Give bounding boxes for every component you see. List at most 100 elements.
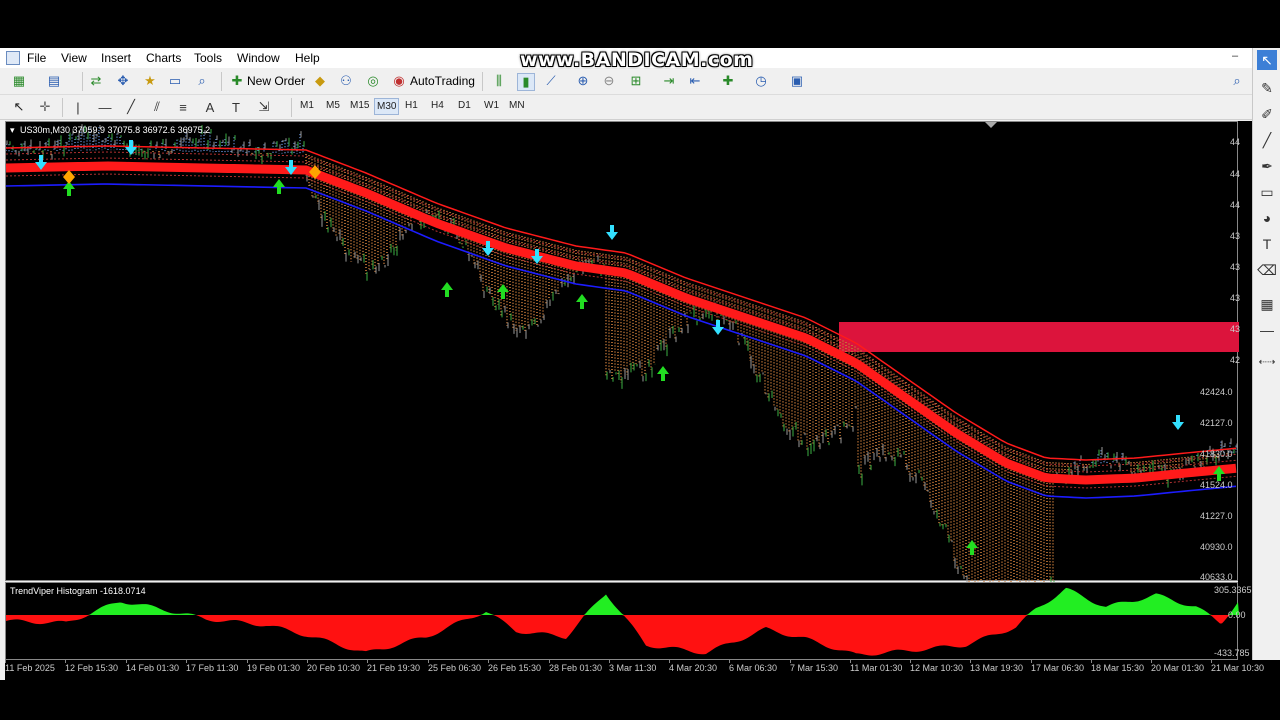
rectangle-tool-icon[interactable]: ▭ xyxy=(1257,182,1277,202)
divider-line-icon[interactable]: — xyxy=(1257,320,1277,340)
market-watch-icon[interactable]: ⇄ xyxy=(88,73,104,89)
timeframe-d1[interactable]: D1 xyxy=(458,100,471,111)
timeframe-m5[interactable]: M5 xyxy=(326,100,340,111)
indicators-icon[interactable]: ✚ xyxy=(720,73,736,89)
marker-icon[interactable]: ✒ xyxy=(1257,156,1277,176)
price-axis-strip xyxy=(1238,121,1252,660)
signal-diamond-icon xyxy=(63,170,75,184)
zoom-in-icon[interactable]: ⊕ xyxy=(575,73,591,89)
expand-arrows-icon[interactable]: ⇠⇢ xyxy=(1257,352,1277,372)
new-chart-icon[interactable]: ▦ xyxy=(11,73,27,89)
price-label: 41227.0 xyxy=(1200,511,1233,521)
sell-arrow-icon xyxy=(1172,415,1184,430)
palette-icon[interactable]: ◕ xyxy=(1257,208,1277,228)
crosshair-icon[interactable]: ✛ xyxy=(37,99,53,115)
line-tool-icon[interactable]: ╱ xyxy=(1257,130,1277,150)
menu-charts[interactable]: Charts xyxy=(146,51,181,65)
time-axis-tick xyxy=(1151,660,1152,663)
new-order-button[interactable]: New Order xyxy=(247,74,305,88)
candlestick-chart-icon[interactable]: ▮ xyxy=(517,73,535,91)
timeframe-h1[interactable]: H1 xyxy=(405,100,418,111)
brush-icon[interactable]: ✐ xyxy=(1257,104,1277,124)
vertical-line-icon[interactable]: | xyxy=(70,99,86,115)
price-label: 44 xyxy=(1230,169,1241,179)
time-axis-tick xyxy=(549,660,550,663)
autotrading-icon[interactable]: ◉ xyxy=(391,73,407,89)
periods-icon[interactable]: ◷ xyxy=(753,73,769,89)
trendline-icon[interactable]: ╱ xyxy=(123,99,139,115)
time-axis-tick xyxy=(126,660,127,663)
text-label-icon[interactable]: T xyxy=(228,99,244,115)
time-axis-tick xyxy=(367,660,368,663)
trendviper-histogram-panel[interactable]: TrendViper Histogram -1618.0714 305.3365… xyxy=(5,582,1252,660)
time-axis-label: 7 Mar 15:30 xyxy=(790,663,839,673)
fibonacci-icon[interactable]: ≡ xyxy=(175,99,191,115)
timeframe-m15[interactable]: M15 xyxy=(350,100,369,111)
buy-arrow-icon xyxy=(273,179,285,194)
time-axis-tick xyxy=(729,660,730,663)
band-dotted-line xyxy=(6,151,1237,467)
timeframe-h4[interactable]: H4 xyxy=(431,100,444,111)
data-window-icon[interactable]: ★ xyxy=(142,73,158,89)
eraser-icon[interactable]: ⌫ xyxy=(1257,260,1277,280)
minimize-icon[interactable]: – xyxy=(1232,50,1238,62)
indicator-tick-zero: 0.00 xyxy=(1228,610,1246,620)
timeframe-m30[interactable]: M30 xyxy=(374,98,400,115)
timeframe-mn[interactable]: MN xyxy=(509,100,525,111)
line-chart-icon[interactable]: ⟋ xyxy=(543,73,559,89)
menu-file[interactable]: File xyxy=(27,51,46,65)
time-axis-label: 11 Feb 2025 xyxy=(5,663,55,673)
menu-help[interactable]: Help xyxy=(295,51,320,65)
horizontal-line-icon[interactable]: — xyxy=(97,99,113,115)
timeframe-w1[interactable]: W1 xyxy=(484,100,499,111)
auto-scroll-icon[interactable]: ⇥ xyxy=(661,73,677,89)
shapes-icon[interactable]: ⇲ xyxy=(256,99,272,115)
time-axis-label: 13 Mar 19:30 xyxy=(970,663,1024,673)
time-axis-label: 14 Feb 01:30 xyxy=(126,663,180,673)
collapse-triangle-icon[interactable]: ▾ xyxy=(10,125,15,136)
templates-icon[interactable]: ▣ xyxy=(789,73,805,89)
time-axis-label: 11 Mar 01:30 xyxy=(850,663,903,673)
meta-editor-icon[interactable]: ◆ xyxy=(312,73,328,89)
candles-layer xyxy=(6,124,1238,582)
menu-view[interactable]: View xyxy=(61,51,87,65)
time-axis-tick xyxy=(669,660,670,663)
channel-icon[interactable]: ⫽ xyxy=(149,99,165,115)
market-icon[interactable]: ◎ xyxy=(365,73,381,89)
timeframe-m1[interactable]: M1 xyxy=(300,100,314,111)
price-label: 43 xyxy=(1230,231,1241,241)
navigator-icon[interactable]: ✥ xyxy=(115,73,131,89)
supply-zone xyxy=(839,322,1239,352)
strategy-tester-icon[interactable]: ⌕ xyxy=(194,73,210,89)
zoom-out-icon[interactable]: ⊖ xyxy=(601,73,617,89)
upper-band-line xyxy=(6,145,1237,461)
price-label: 42127.0 xyxy=(1200,418,1233,428)
autotrading-button[interactable]: AutoTrading xyxy=(410,74,475,88)
terminal-icon[interactable]: ▭ xyxy=(167,73,183,89)
cursor-icon[interactable]: ↖ xyxy=(11,99,27,115)
time-axis-tick xyxy=(65,660,66,663)
time-axis-tick xyxy=(307,660,308,663)
new-order-icon[interactable]: ✚ xyxy=(229,73,245,89)
time-axis-label: 3 Mar 11:30 xyxy=(609,663,657,673)
price-label: 43 xyxy=(1230,262,1241,272)
time-axis-label: 17 Feb 11:30 xyxy=(186,663,239,673)
menu-window[interactable]: Window xyxy=(237,51,280,65)
bar-chart-icon[interactable]: ⫼ xyxy=(491,73,507,89)
signals-icon[interactable]: ⚇ xyxy=(338,73,354,89)
menu-bar: File View Insert Charts Tools Window Hel… xyxy=(0,48,1252,71)
search-icon[interactable]: ⌕ xyxy=(1229,73,1245,89)
tile-windows-icon[interactable]: ⊞ xyxy=(628,73,644,89)
symbol-info: US30m,M30 37059.9 37075.8 36972.6 36975.… xyxy=(20,125,211,135)
pencil-icon[interactable]: ✎ xyxy=(1257,78,1277,98)
chart-shift-icon[interactable]: ⇤ xyxy=(687,73,703,89)
text-tool-icon[interactable]: A xyxy=(202,99,218,115)
main-price-chart[interactable]: ▾ US30m,M30 37059.9 37075.8 36972.6 3697… xyxy=(5,121,1241,582)
profiles-icon[interactable]: ▤ xyxy=(46,73,62,89)
buy-arrow-icon xyxy=(441,282,453,297)
checker-icon[interactable]: ▦ xyxy=(1257,294,1277,314)
menu-tools[interactable]: Tools xyxy=(194,51,222,65)
menu-insert[interactable]: Insert xyxy=(101,51,131,65)
text-tool-icon-right[interactable]: T xyxy=(1257,234,1277,254)
pointer-tool-icon[interactable]: ↖ xyxy=(1257,50,1277,70)
